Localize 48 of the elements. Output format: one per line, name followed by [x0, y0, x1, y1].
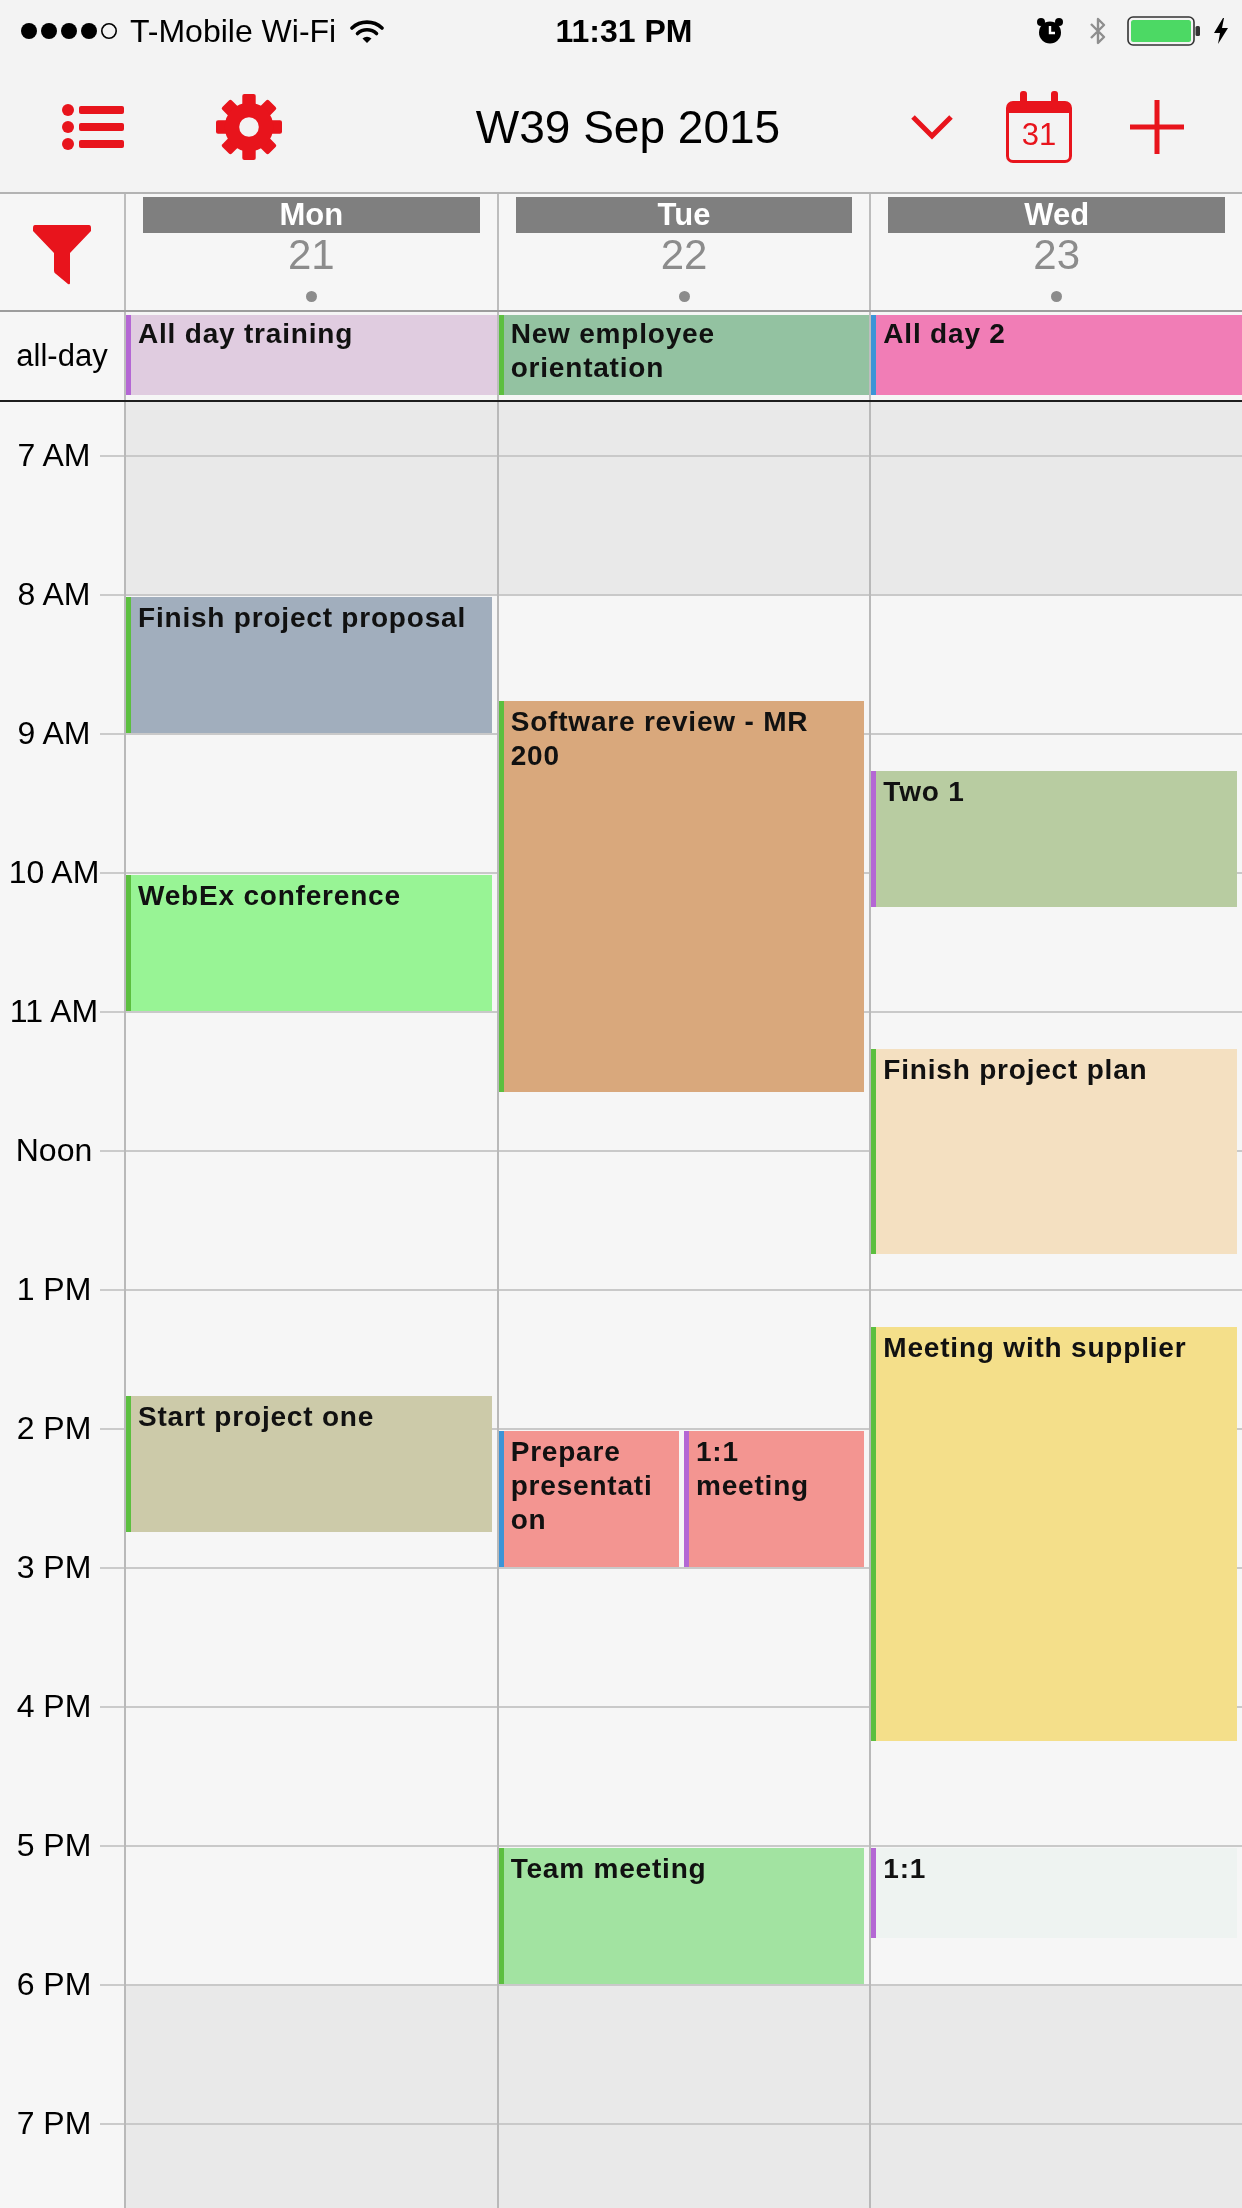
- calendar-event[interactable]: 1:1 meeting: [684, 1431, 865, 1567]
- day-number: 21: [287, 233, 335, 277]
- week-title: W39 Sep 2015: [474, 100, 781, 155]
- bluetooth-icon: [1088, 15, 1108, 47]
- calendar-event[interactable]: Two 1: [871, 770, 1237, 907]
- time-label: 6 PM: [16, 1965, 92, 2003]
- calendar-event[interactable]: 1:1: [871, 1848, 1237, 1938]
- calendar-event[interactable]: Software review - MR 200: [498, 701, 865, 1093]
- battery-icon: [1127, 16, 1201, 46]
- calendar-event[interactable]: Meeting with supplier: [871, 1326, 1237, 1741]
- time-label: Noon: [15, 1131, 93, 1169]
- calendar-event[interactable]: WebEx conference: [126, 875, 492, 1011]
- time-label: 10 AM: [8, 853, 100, 891]
- day-name: Mon: [143, 197, 480, 233]
- menu-icon[interactable]: [62, 104, 124, 150]
- chevron-down-icon[interactable]: [910, 113, 954, 141]
- day-name: Tue: [515, 197, 853, 233]
- time-label: 9 AM: [17, 714, 91, 752]
- all-day-label: all-day: [16, 337, 108, 375]
- all-day-event[interactable]: New employee orientation: [498, 315, 870, 395]
- time-label: 4 PM: [16, 1687, 92, 1725]
- time-label: 11 AM: [9, 992, 99, 1030]
- charging-icon: [1214, 18, 1228, 44]
- filter-icon[interactable]: [33, 225, 91, 285]
- all-day-event[interactable]: All day 2: [871, 315, 1242, 395]
- carrier-name: T-Mobile Wi-Fi: [130, 12, 337, 51]
- time-label: 1 PM: [16, 1270, 92, 1308]
- settings-icon[interactable]: [216, 94, 282, 160]
- time-label: 7 AM: [17, 436, 91, 474]
- time-label: 8 AM: [17, 575, 91, 613]
- day-number: 22: [660, 233, 708, 277]
- add-icon[interactable]: [1130, 100, 1184, 154]
- status-time: 11:31 PM: [555, 12, 693, 51]
- all-day-event[interactable]: All day training: [126, 315, 497, 395]
- day-number: 23: [1033, 233, 1081, 277]
- calendar-event[interactable]: Start project one: [126, 1396, 492, 1533]
- day-name: Wed: [888, 197, 1225, 233]
- alarm-clock-icon: [1036, 17, 1064, 45]
- signal-icon: [20, 22, 118, 40]
- calendar-event[interactable]: Finish project proposal: [126, 597, 492, 733]
- wifi-icon: [350, 18, 385, 44]
- calendar-event[interactable]: Finish project plan: [871, 1048, 1237, 1255]
- time-label: 5 PM: [16, 1826, 92, 1864]
- calendar-event[interactable]: Prepare presentation: [498, 1431, 679, 1567]
- time-label: 2 PM: [16, 1409, 92, 1447]
- time-label: 3 PM: [16, 1548, 92, 1586]
- calendar-event[interactable]: Team meeting: [498, 1848, 865, 1984]
- time-label: 7 PM: [16, 2104, 92, 2142]
